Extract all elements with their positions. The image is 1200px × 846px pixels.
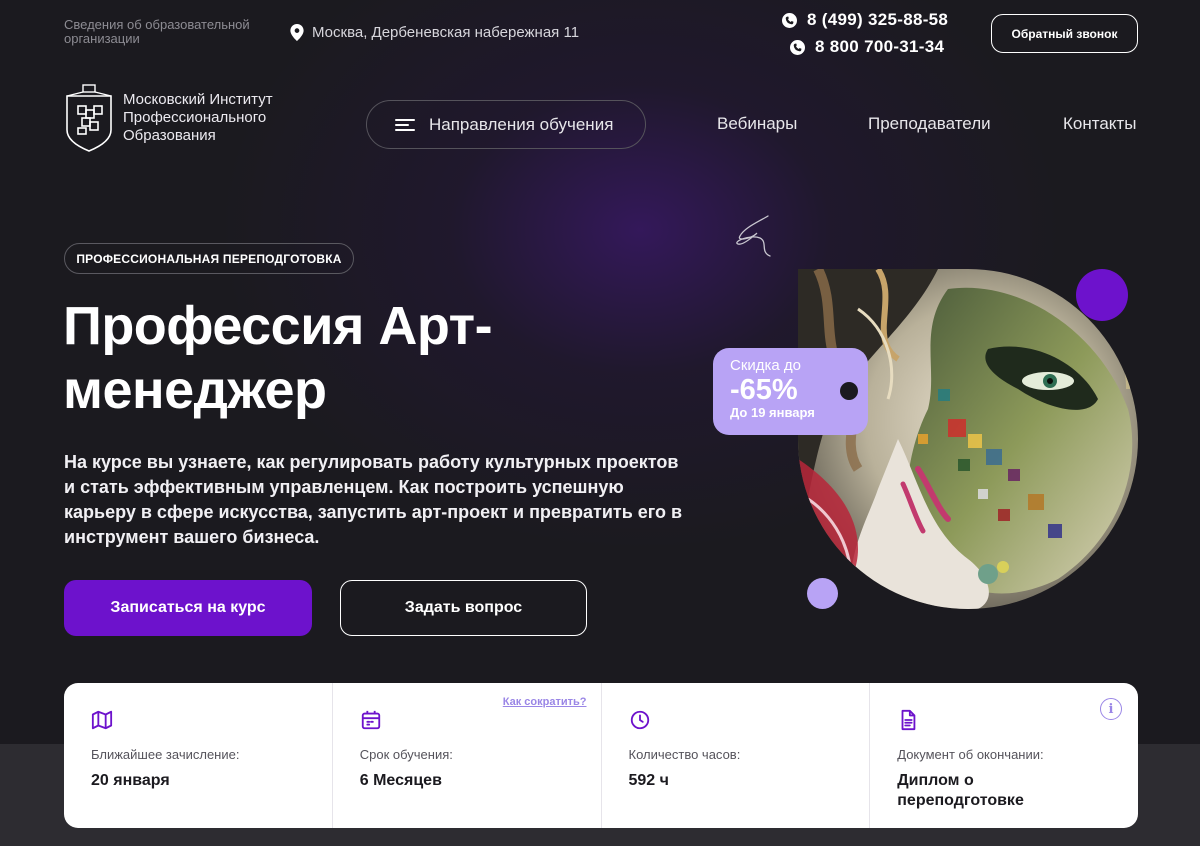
course-info-card: Ближайшее зачисление: 20 января Срок обу…	[64, 683, 1138, 828]
phone-1[interactable]: 8 (499) 325-88-58	[782, 10, 948, 30]
location-pin-icon	[290, 24, 304, 41]
map-icon	[91, 710, 113, 730]
info-duration: Срок обучения: 6 Месяцев Как сократить?	[333, 683, 602, 828]
institute-name[interactable]: Московский Институт Профессионального Об…	[123, 91, 303, 145]
course-art-image	[798, 269, 1138, 609]
address: Москва, Дербеневская набережная 11	[290, 24, 579, 41]
phone-icon	[790, 39, 805, 55]
callback-button[interactable]: Обратный звонок	[991, 14, 1138, 53]
discount-tag: Скидка до -65% До 19 января	[713, 348, 868, 435]
info-label: Документ об окончании:	[897, 747, 1044, 762]
nav-contacts[interactable]: Контакты	[1063, 114, 1136, 134]
info-document: Документ об окончании: Диплом о переподг…	[870, 683, 1138, 828]
info-label: Ближайшее зачисление:	[91, 747, 240, 762]
discount-until: До 19 января	[730, 405, 815, 420]
tag-hole	[840, 382, 858, 400]
program-type-badge: ПРОФЕССИОНАЛЬНАЯ ПЕРЕПОДГОТОВКА	[64, 243, 354, 274]
page-title: Профессия Арт-менеджер	[63, 296, 493, 420]
clock-icon	[630, 710, 649, 730]
ask-question-button[interactable]: Задать вопрос	[340, 580, 587, 636]
enroll-button[interactable]: Записаться на курс	[64, 580, 312, 636]
squiggle-decoration-icon	[736, 215, 771, 257]
nav-teachers[interactable]: Преподаватели	[868, 114, 991, 134]
info-value: Диплом о переподготовке	[897, 772, 1024, 809]
org-info-link[interactable]: Сведения об образовательной организации	[64, 18, 264, 46]
info-icon[interactable]: i	[1100, 698, 1122, 720]
nav-webinars[interactable]: Вебинары	[717, 114, 797, 134]
institute-logo-icon[interactable]	[64, 82, 114, 152]
info-value: 592 ч	[628, 772, 669, 789]
info-value: 20 января	[91, 772, 170, 789]
phones: 8 (499) 325-88-58 8 800 700-31-34	[782, 10, 948, 64]
info-label: Срок обучения:	[359, 747, 453, 762]
phone-icon	[782, 12, 797, 28]
phone-number-1: 8 (499) 325-88-58	[807, 10, 949, 29]
phone-2[interactable]: 8 800 700-31-34	[790, 37, 948, 57]
info-hours: Количество часов: 592 ч	[602, 683, 871, 828]
purple-dot-decoration	[1076, 269, 1128, 321]
directions-menu-button[interactable]: Направления обучения	[366, 100, 646, 149]
discount-prefix: Скидка до	[730, 357, 802, 374]
document-icon	[901, 709, 916, 731]
course-description: На курсе вы узнаете, как регулировать ра…	[64, 452, 683, 547]
shorten-duration-link[interactable]: Как сократить?	[503, 696, 587, 708]
directions-label: Направления обучения	[429, 114, 614, 134]
info-label: Количество часов:	[628, 747, 741, 762]
address-text: Москва, Дербеневская набережная 11	[312, 24, 580, 41]
lilac-dot-decoration	[807, 578, 838, 609]
burger-menu-icon	[395, 118, 415, 131]
info-enrollment: Ближайшее зачисление: 20 января	[64, 683, 333, 828]
phone-number-2: 8 800 700-31-34	[815, 37, 945, 56]
info-value: 6 Месяцев	[359, 772, 442, 789]
calendar-icon	[361, 710, 380, 730]
